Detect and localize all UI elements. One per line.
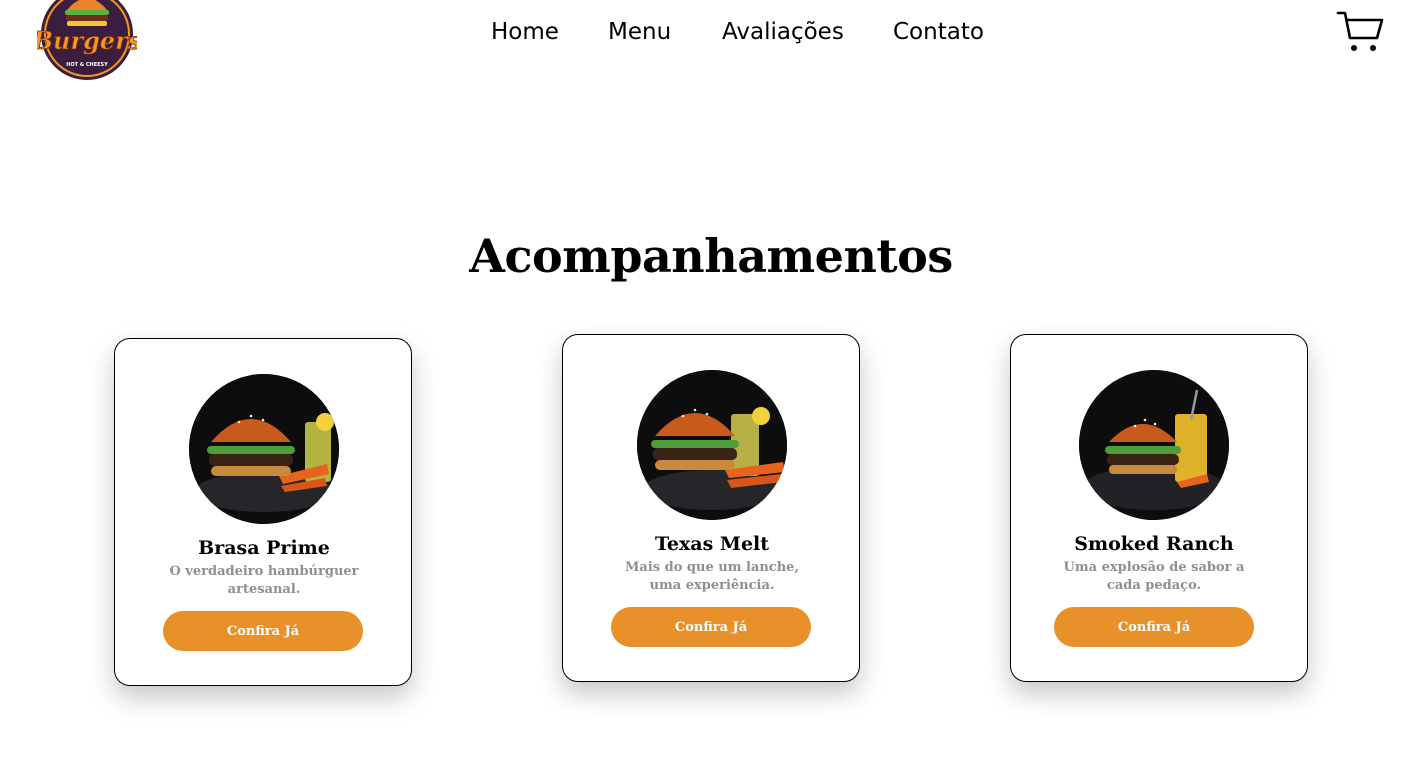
nav-contato[interactable]: Contato <box>893 14 984 50</box>
confira-ja-button[interactable]: Confira Já <box>1054 607 1254 647</box>
confira-ja-button[interactable]: Confira Já <box>611 607 811 647</box>
product-card: Smoked Ranch Uma explosão de sabor a cad… <box>1010 334 1308 682</box>
logo-tagline: HOT & CHEESY <box>66 62 108 68</box>
shopping-cart-icon[interactable] <box>1336 8 1384 54</box>
product-description: Mais do que um lanche, uma experiência. <box>625 560 799 593</box>
nav-avaliacoes[interactable]: Avaliações <box>722 14 844 50</box>
product-name: Smoked Ranch <box>1074 533 1234 555</box>
product-name: Brasa Prime <box>198 537 330 559</box>
product-card: Texas Melt Mais do que um lanche, uma ex… <box>562 334 860 682</box>
main-nav: Home Menu Avaliações Contato <box>0 14 1422 50</box>
section-title: Acompanhamentos <box>469 229 953 283</box>
product-card: Brasa Prime O verdadeiro hambúrguer arte… <box>114 338 412 686</box>
page: Burgers HOT & CHEESY Home Menu Avaliaçõe… <box>0 0 1422 766</box>
nav-menu[interactable]: Menu <box>608 14 671 50</box>
product-name: Texas Melt <box>654 533 770 555</box>
confira-ja-button[interactable]: Confira Já <box>163 611 363 651</box>
nav-home[interactable]: Home <box>491 14 559 50</box>
burger-photo <box>1079 370 1229 520</box>
product-description: Uma explosão de sabor a cada pedaço. <box>1063 560 1245 593</box>
product-description: O verdadeiro hambúrguer artesanal. <box>169 564 359 597</box>
burger-photo <box>637 370 787 520</box>
burger-photo <box>189 374 339 524</box>
